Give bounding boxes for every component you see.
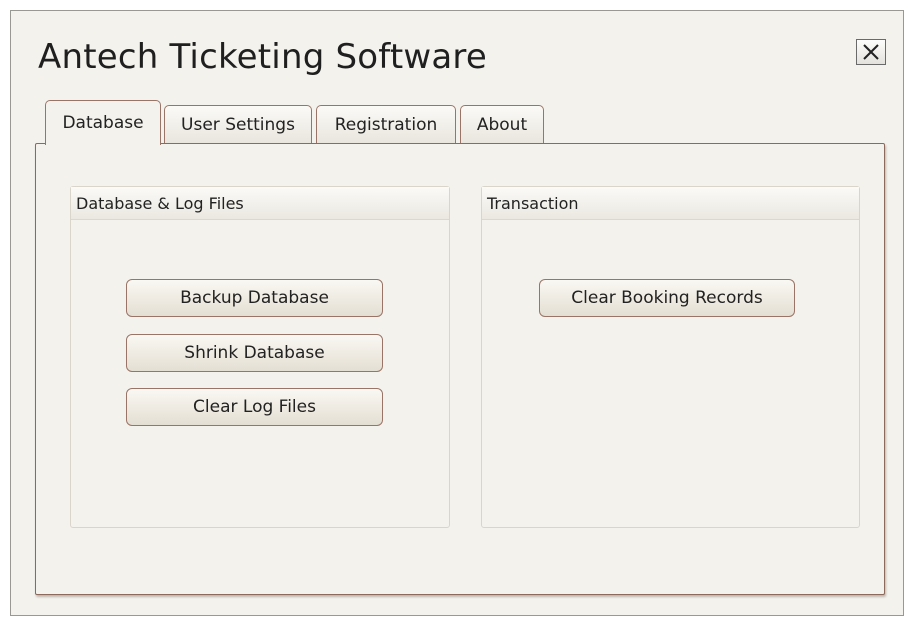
backup-database-button[interactable]: Backup Database	[126, 279, 383, 317]
tab-user-settings[interactable]: User Settings	[164, 105, 312, 143]
group-transaction: Transaction Clear Booking Records	[481, 186, 860, 528]
clear-booking-records-button-label: Clear Booking Records	[571, 288, 763, 308]
tab-registration-label: Registration	[334, 114, 438, 135]
tab-database[interactable]: Database	[45, 100, 161, 145]
tab-about[interactable]: About	[460, 105, 544, 143]
group-database-log-files: Database & Log Files Backup Database Shr…	[70, 186, 450, 528]
shrink-database-button[interactable]: Shrink Database	[126, 334, 383, 372]
tab-about-label: About	[476, 114, 528, 135]
group-transaction-title: Transaction	[482, 187, 859, 220]
tab-user-settings-label: User Settings	[181, 114, 295, 135]
group-database-log-files-title: Database & Log Files	[71, 187, 449, 220]
backup-database-button-label: Backup Database	[180, 288, 329, 308]
tab-database-label: Database	[62, 113, 144, 133]
tab-registration[interactable]: Registration	[316, 105, 456, 143]
shrink-database-button-label: Shrink Database	[184, 343, 325, 363]
app-window: Antech Ticketing Software Database User …	[10, 10, 904, 616]
clear-log-files-button[interactable]: Clear Log Files	[126, 388, 383, 426]
close-icon	[863, 44, 879, 60]
app-title: Antech Ticketing Software	[38, 37, 487, 77]
clear-booking-records-button[interactable]: Clear Booking Records	[539, 279, 795, 317]
clear-log-files-button-label: Clear Log Files	[193, 397, 316, 417]
close-button[interactable]	[856, 39, 886, 65]
